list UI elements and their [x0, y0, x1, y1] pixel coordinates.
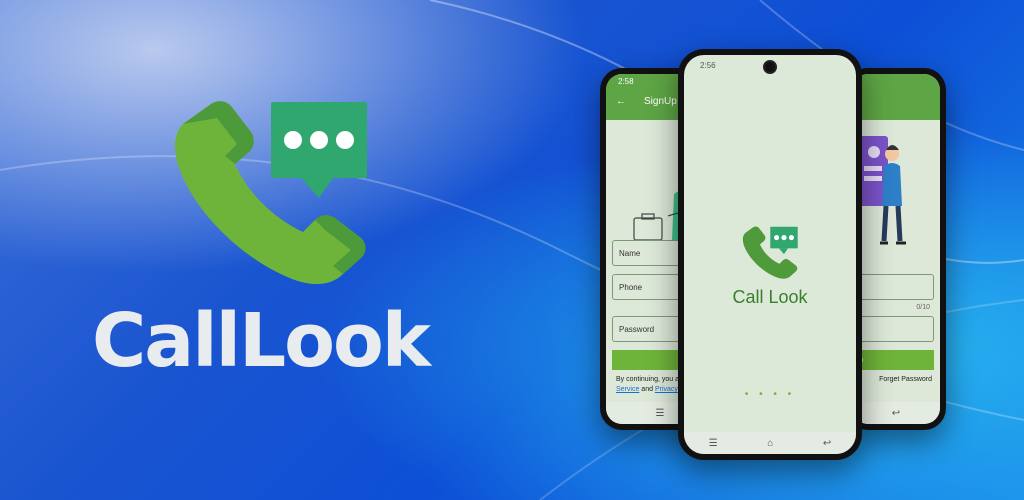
- signin-header: [852, 74, 940, 120]
- back-icon-center[interactable]: ↩: [823, 438, 831, 449]
- phone-splash: 2:56 Call Look • • • • ☰ ⌂ ↩: [678, 49, 862, 460]
- consent-and: and: [641, 386, 653, 393]
- menu-icon[interactable]: ☰: [656, 408, 665, 419]
- char-counter: 0/10: [916, 304, 930, 311]
- consent-links: Service and Privacy: [616, 386, 678, 393]
- password-field-right[interactable]: [852, 316, 934, 342]
- camera-notch: [763, 60, 777, 74]
- brand-name: CallLook: [92, 298, 431, 384]
- status-time: 2:58: [618, 77, 634, 86]
- password-placeholder: Password: [619, 325, 655, 334]
- name-placeholder: Name: [619, 249, 641, 258]
- calllook-logo-icon: [175, 101, 367, 285]
- signin-screen: 0/10 nIn Forget Password ↩: [852, 74, 940, 424]
- terms-link[interactable]: Service: [616, 386, 639, 393]
- phone-placeholder: Phone: [619, 283, 643, 292]
- splash-app-title: Call Look: [732, 287, 808, 307]
- signin-illustration: [858, 136, 906, 245]
- nav-bar-right: ↩: [852, 402, 940, 424]
- home-icon[interactable]: ⌂: [767, 438, 773, 449]
- forgot-password-link[interactable]: Forget Password: [879, 376, 932, 383]
- phone-field-right[interactable]: [852, 274, 934, 300]
- menu-icon-center[interactable]: ☰: [709, 438, 718, 449]
- chat-bubble-icon: [271, 102, 367, 198]
- privacy-link[interactable]: Privacy: [655, 386, 678, 393]
- screen-title: SignUp: [644, 96, 677, 107]
- consent-text: By continuing, you a: [616, 376, 680, 383]
- loading-indicator: • • • •: [744, 389, 796, 400]
- back-icon[interactable]: ↩: [892, 408, 900, 419]
- nav-bar-center: ☰ ⌂ ↩: [684, 432, 856, 454]
- splash-logo-icon: [742, 226, 798, 279]
- splash-screen: 2:56 Call Look • • • • ☰ ⌂ ↩: [684, 55, 856, 454]
- back-arrow-icon[interactable]: ←: [616, 96, 626, 107]
- status-time-center: 2:56: [700, 61, 716, 70]
- signin-button[interactable]: nIn: [852, 350, 934, 370]
